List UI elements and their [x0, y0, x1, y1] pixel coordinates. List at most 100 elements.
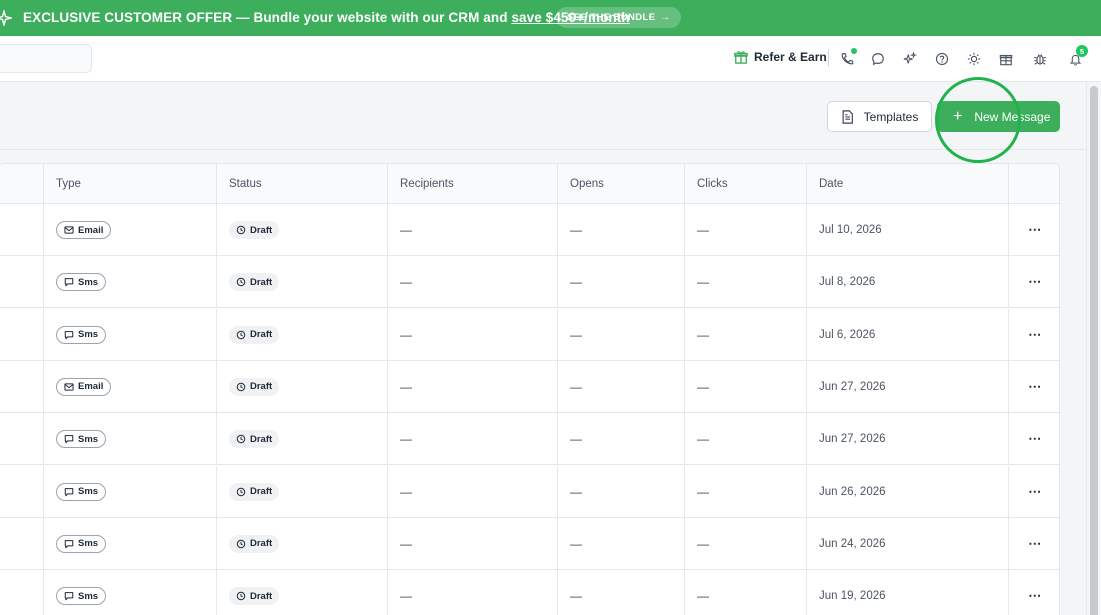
search-input[interactable] [0, 44, 92, 73]
row-actions-cell: ⋯ [1008, 413, 1059, 466]
table-row[interactable]: Sms Draft — — — Jun 19, 2026 ⋯ [0, 570, 1059, 615]
message-icon [64, 487, 74, 497]
sparkle-icon [0, 10, 12, 26]
type-cell: Sms [43, 570, 216, 615]
more-options-icon[interactable]: ⋯ [1028, 274, 1042, 290]
row-actions-cell: ⋯ [1008, 360, 1059, 413]
name-cell [0, 361, 43, 413]
type-cell: Sms [43, 256, 216, 309]
clicks-cell: — [684, 570, 806, 615]
clock-icon [236, 330, 246, 340]
more-options-icon[interactable]: ⋯ [1028, 484, 1042, 500]
status-badge: Draft [229, 482, 280, 501]
clock-icon [236, 539, 246, 549]
type-badge: Sms [56, 534, 107, 553]
scrollbar-thumb[interactable] [1090, 86, 1098, 615]
document-icon [842, 109, 853, 124]
clicks-cell: — [684, 517, 806, 570]
table-row[interactable]: Sms Draft — — — Jul 6, 2026 ⋯ [0, 308, 1059, 361]
gift-box-icon[interactable] [997, 50, 1015, 68]
more-options-icon[interactable]: ⋯ [1028, 536, 1042, 552]
recipients-cell: — [387, 517, 557, 570]
help-icon[interactable] [933, 50, 951, 68]
clock-icon [236, 487, 246, 497]
vertical-scrollbar[interactable] [1086, 82, 1101, 615]
date-cell: Jun 24, 2026 [806, 517, 1008, 570]
column-header-type[interactable]: Type [43, 164, 216, 204]
new-message-button[interactable]: + New Message [937, 101, 1060, 132]
column-header-recipients[interactable]: Recipients [387, 164, 557, 204]
clock-icon [236, 382, 246, 392]
mail-icon [64, 225, 74, 235]
templates-label: Templates [863, 109, 919, 124]
type-cell: Email [43, 204, 216, 256]
see-bundle-button[interactable]: SEE THE BUNDLE → [556, 7, 682, 28]
recipients-cell: — [387, 413, 557, 466]
status-cell: Draft [216, 204, 387, 256]
status-label: Draft [250, 486, 273, 497]
row-actions-cell: ⋯ [1008, 465, 1059, 518]
plus-icon: + [953, 107, 963, 125]
type-label: Sms [78, 276, 99, 288]
refer-earn-button[interactable]: Refer & Earn [734, 50, 827, 64]
opens-cell: — [557, 360, 684, 413]
name-cell [0, 570, 43, 615]
more-options-icon[interactable]: ⋯ [1028, 222, 1042, 238]
sun-icon[interactable] [965, 50, 983, 68]
more-options-icon[interactable]: ⋯ [1028, 588, 1042, 604]
status-badge: Draft [229, 587, 280, 606]
row-actions-cell: ⋯ [1008, 256, 1059, 309]
type-cell: Sms [43, 517, 216, 570]
date-cell: Jun 26, 2026 [806, 465, 1008, 518]
column-header-opens[interactable]: Opens [557, 164, 684, 204]
table-row[interactable]: Sms Draft — — — Jul 8, 2026 ⋯ [0, 256, 1059, 309]
row-actions-cell: ⋯ [1008, 517, 1059, 570]
type-badge: Sms [56, 430, 107, 449]
clicks-cell: — [684, 413, 806, 466]
type-label: Sms [78, 329, 99, 341]
status-badge: Draft [229, 273, 280, 292]
opens-cell: — [557, 465, 684, 518]
type-label: Email [78, 381, 104, 393]
type-cell: Sms [43, 308, 216, 361]
status-badge: Draft [229, 534, 280, 553]
promo-text: EXCLUSIVE CUSTOMER OFFER — Bundle your w… [23, 10, 630, 25]
table-row[interactable]: Sms Draft — — — Jun 27, 2026 ⋯ [0, 413, 1059, 466]
table-row[interactable]: Sms Draft — — — Jun 24, 2026 ⋯ [0, 517, 1059, 570]
name-cell [0, 204, 43, 256]
status-cell: Draft [216, 570, 387, 615]
column-header-status[interactable]: Status [216, 164, 387, 204]
clock-icon [236, 277, 246, 287]
recipients-cell: — [387, 570, 557, 615]
templates-button[interactable]: Templates [827, 101, 932, 132]
message-icon [64, 591, 74, 601]
more-options-icon[interactable]: ⋯ [1028, 431, 1042, 447]
type-label: Sms [78, 590, 99, 602]
type-label: Email [78, 224, 104, 236]
table-row[interactable]: Email Draft — — — Jun 27, 2026 ⋯ [0, 360, 1059, 413]
chat-icon[interactable] [869, 50, 887, 68]
sparkle-icon[interactable] [901, 50, 919, 68]
type-label: Sms [78, 538, 99, 550]
bug-icon[interactable] [1031, 50, 1049, 68]
column-header-date[interactable]: Date [806, 164, 1008, 204]
phone-icon[interactable] [838, 48, 857, 68]
table-header: Type Status Recipients Opens Clicks Date [0, 164, 1059, 204]
table-row[interactable]: Email Draft — — — Jul 10, 2026 ⋯ [0, 204, 1059, 256]
recipients-cell: — [387, 465, 557, 518]
status-badge: Draft [229, 325, 280, 344]
bell-icon[interactable]: 5 [1066, 45, 1088, 68]
online-indicator [851, 48, 857, 54]
name-cell [0, 413, 43, 465]
row-actions-cell: ⋯ [1008, 570, 1059, 615]
more-options-icon[interactable]: ⋯ [1028, 379, 1042, 395]
column-header-actions [1008, 164, 1059, 204]
recipients-cell: — [387, 360, 557, 413]
column-header-clicks[interactable]: Clicks [684, 164, 806, 204]
column-header-name [0, 164, 43, 204]
row-actions-cell: ⋯ [1008, 204, 1059, 256]
name-cell [0, 256, 43, 308]
more-options-icon[interactable]: ⋯ [1028, 327, 1042, 343]
date-cell: Jun 27, 2026 [806, 360, 1008, 413]
table-row[interactable]: Sms Draft — — — Jun 26, 2026 ⋯ [0, 465, 1059, 518]
